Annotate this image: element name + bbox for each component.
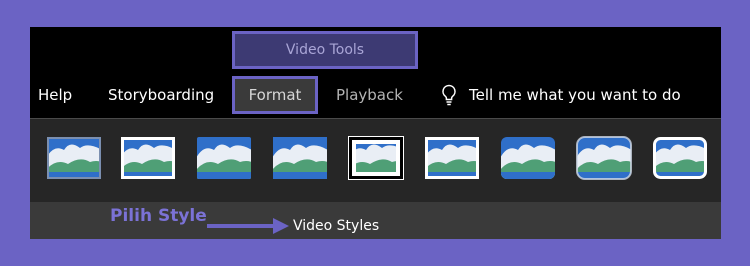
pilih-style-callout: Pilih Style <box>110 206 207 226</box>
tab-help[interactable]: Help <box>38 76 72 114</box>
lightbulb-icon <box>442 84 456 106</box>
video-style-thumbnail[interactable] <box>348 136 404 180</box>
video-style-thumbnail[interactable] <box>196 136 252 180</box>
video-styles-group-label: Video Styles <box>293 218 380 234</box>
video-style-thumbnail[interactable] <box>120 136 176 180</box>
tab-format[interactable]: Format <box>232 76 318 114</box>
arrow-right-icon <box>207 218 289 234</box>
tell-me-text: Tell me what you want to do <box>469 86 681 104</box>
video-style-thumbnail[interactable] <box>652 136 708 180</box>
tab-playback[interactable]: Playback <box>336 76 403 114</box>
video-style-thumbnail[interactable] <box>272 136 328 180</box>
video-style-thumbnail[interactable] <box>576 136 632 180</box>
video-style-thumbnail[interactable] <box>46 136 102 180</box>
tab-storyboarding[interactable]: Storyboarding <box>108 76 214 114</box>
video-style-thumbnail[interactable] <box>424 136 480 180</box>
video-style-thumbnail[interactable] <box>500 136 556 180</box>
tell-me-search[interactable]: Tell me what you want to do <box>441 76 681 114</box>
video-tools-context-header: Video Tools <box>232 31 418 69</box>
